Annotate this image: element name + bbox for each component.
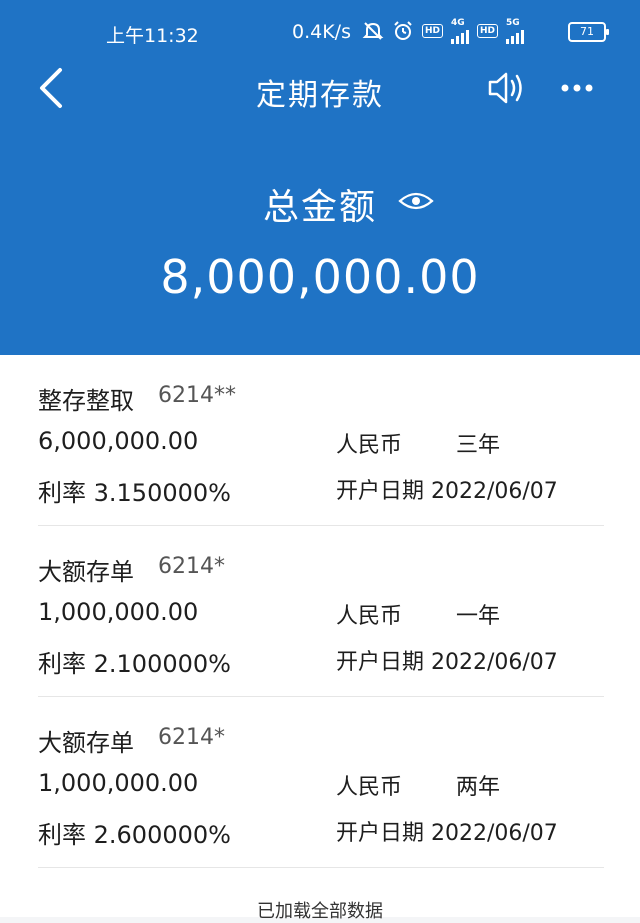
- total-amount-value: 8,000,000.00: [160, 250, 480, 304]
- page-title: 定期存款: [256, 78, 384, 113]
- deposit-amount: 1,000,000.00: [38, 598, 199, 626]
- battery-icon: 71: [568, 22, 609, 42]
- deposit-card-2[interactable]: 大额存单 6214* 1,000,000.00 利率 2.100000% 人民币…: [38, 526, 604, 696]
- speaker-icon: [488, 72, 522, 104]
- deposit-amount: 6,000,000.00: [38, 427, 199, 455]
- total-amount-label: 总金额: [262, 187, 377, 228]
- hd-badge-1: HD: [422, 24, 444, 38]
- speaker-button[interactable]: [486, 68, 528, 108]
- more-button[interactable]: [556, 70, 598, 106]
- deposit-term: 一年: [456, 604, 501, 629]
- deposit-type: 大额存单: [38, 729, 134, 757]
- deposit-type: 整存整取: [38, 387, 134, 415]
- deposit-account: 6214*: [158, 554, 225, 579]
- deposit-rate: 利率 2.600000%: [38, 821, 231, 849]
- signal-5g-label: 5G: [506, 17, 520, 28]
- hd-badge-2: HD: [477, 24, 499, 38]
- divider: [38, 867, 604, 868]
- signal-5g-icon: 5G: [506, 17, 525, 44]
- deposit-account: 6214**: [158, 383, 236, 408]
- deposit-currency: 人民币: [336, 775, 403, 800]
- signal-4g-label: 4G: [451, 17, 465, 28]
- alarm-icon: [392, 20, 414, 42]
- eye-toggle-button[interactable]: [398, 190, 434, 212]
- all-loaded-text: 已加载全部数据: [257, 901, 383, 922]
- mute-bell-icon: [362, 20, 384, 42]
- signal-4g-icon: 4G: [451, 17, 470, 44]
- deposit-card-1[interactable]: 整存整取 6214** 6,000,000.00 利率 3.150000% 人民…: [38, 355, 604, 525]
- deposit-type: 大额存单: [38, 558, 134, 586]
- deposit-open-date: 开户日期 2022/06/07: [336, 821, 558, 846]
- status-time: 上午11:32: [106, 25, 199, 47]
- deposit-amount: 1,000,000.00: [38, 769, 199, 797]
- status-icons: HD 4G HD 5G: [362, 17, 525, 44]
- status-bar: 上午11:32 0.4K/s HD 4G HD 5G 71: [0, 0, 640, 60]
- deposit-currency: 人民币: [336, 604, 403, 629]
- deposit-open-date: 开户日期 2022/06/07: [336, 650, 558, 675]
- more-dots-icon: [561, 84, 593, 92]
- deposit-rate: 利率 3.150000%: [38, 479, 231, 507]
- eye-icon: [398, 192, 434, 210]
- deposit-rate: 利率 2.100000%: [38, 650, 231, 678]
- deposit-card-3[interactable]: 大额存单 6214* 1,000,000.00 利率 2.600000% 人民币…: [38, 697, 604, 867]
- status-net-speed: 0.4K/s: [292, 21, 351, 43]
- deposit-term: 两年: [456, 775, 501, 800]
- header-panel: 上午11:32 0.4K/s HD 4G HD 5G 71 定期存款 总金额 8…: [0, 0, 640, 355]
- deposit-currency: 人民币: [336, 433, 403, 458]
- deposit-term: 三年: [456, 433, 501, 458]
- deposit-open-date: 开户日期 2022/06/07: [336, 479, 558, 504]
- deposit-list: 整存整取 6214** 6,000,000.00 利率 3.150000% 人民…: [0, 355, 640, 922]
- deposit-account: 6214*: [158, 725, 225, 750]
